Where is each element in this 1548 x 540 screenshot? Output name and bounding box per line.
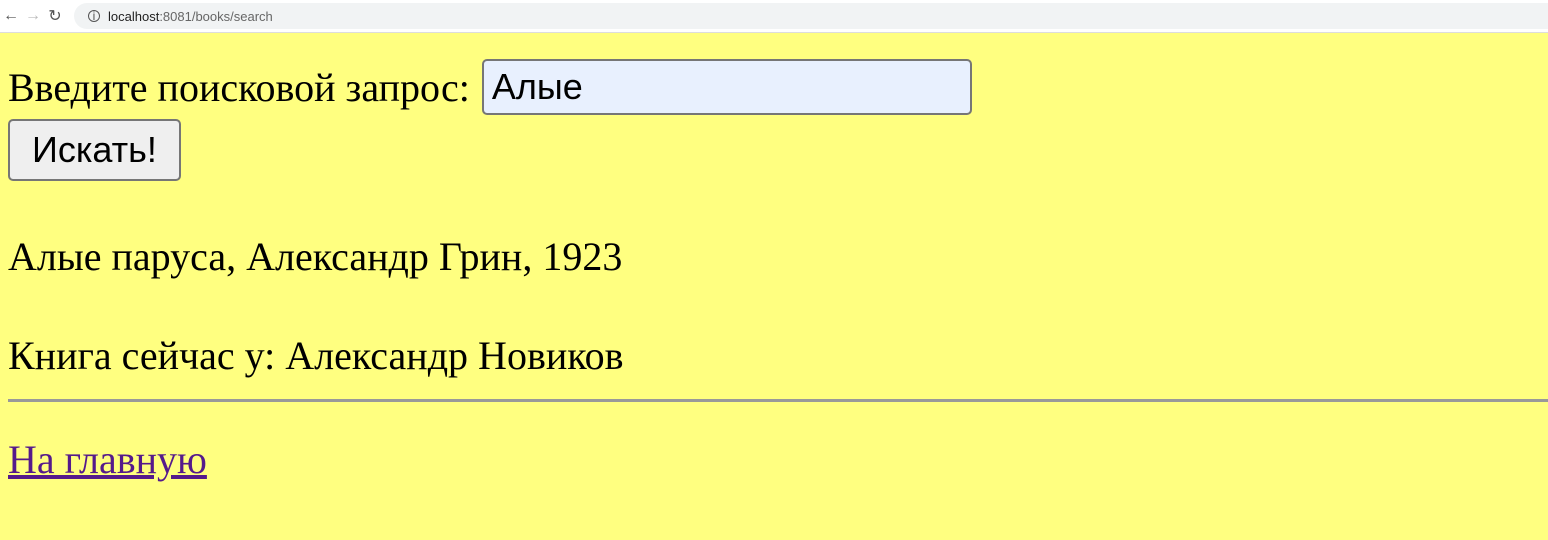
browser-toolbar: ← → ↻ i localhost:8081/books/search: [0, 0, 1548, 33]
book-result: Алые паруса, Александр Грин, 1923: [8, 234, 623, 279]
back-icon[interactable]: ←: [0, 7, 22, 25]
address-bar[interactable]: i localhost:8081/books/search: [74, 3, 1548, 29]
divider: [8, 399, 1548, 402]
home-link[interactable]: На главную: [8, 436, 207, 483]
reload-icon[interactable]: ↻: [44, 6, 66, 26]
info-icon[interactable]: i: [88, 10, 100, 22]
search-input[interactable]: [481, 59, 972, 115]
search-button[interactable]: Искать!: [8, 119, 181, 181]
book-holder: Книга сейчас у: Александр Новиков: [8, 333, 624, 378]
search-label: Введите поисковой запрос:: [8, 64, 470, 110]
forward-icon[interactable]: →: [22, 7, 44, 25]
